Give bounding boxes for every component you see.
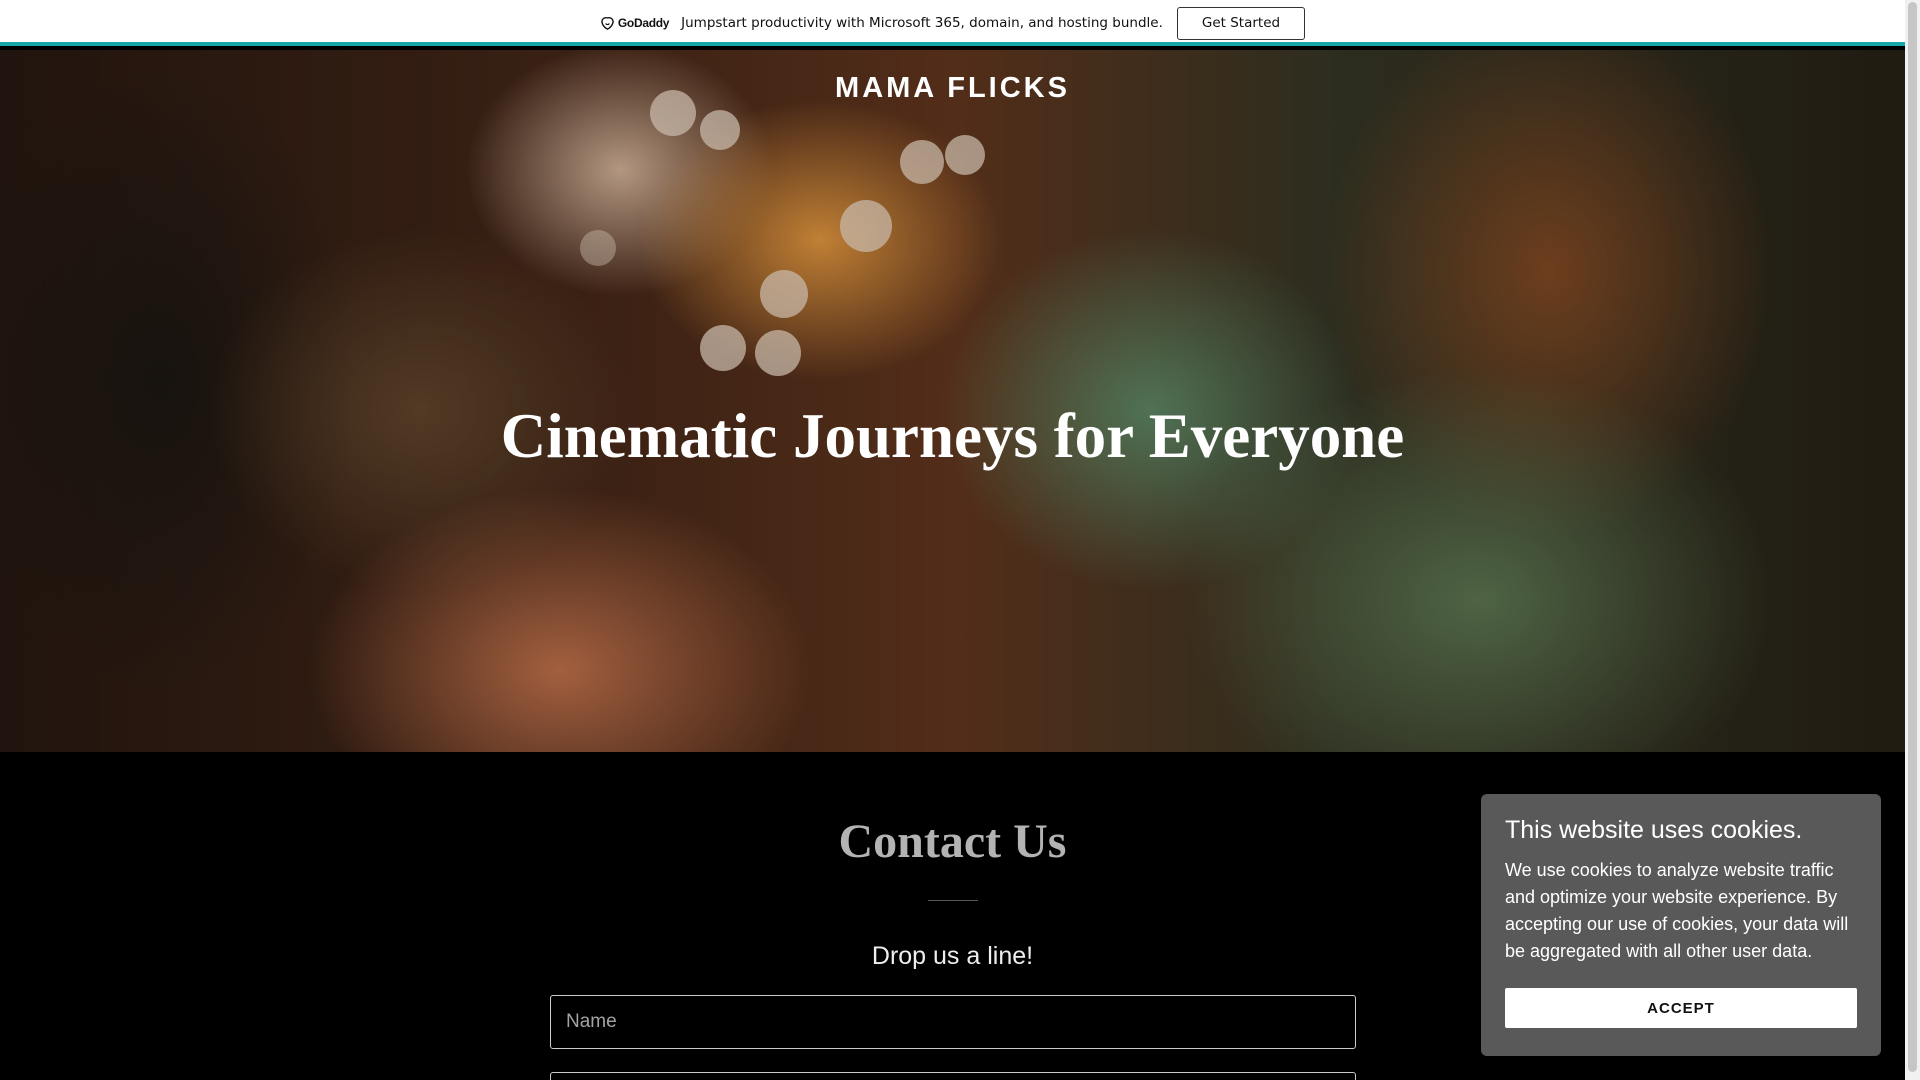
hero-section: MAMA FLICKS Cinematic Journeys for Every… — [0, 50, 1905, 752]
get-started-button[interactable]: Get Started — [1176, 6, 1306, 40]
name-input[interactable] — [550, 995, 1356, 1049]
scrollbar-thumb[interactable] — [1908, 2, 1917, 1072]
cookie-title: This website uses cookies. — [1505, 816, 1803, 844]
hero-title: Cinematic Journeys for Everyone — [500, 401, 1405, 471]
site-brand[interactable]: MAMA FLICKS — [0, 72, 1905, 105]
section-divider — [928, 900, 978, 901]
godaddy-logo[interactable]: GoDaddy — [600, 16, 669, 31]
page-scrollbar[interactable] — [1905, 0, 1920, 1080]
accept-cookies-button[interactable]: ACCEPT — [1505, 988, 1857, 1028]
godaddy-icon — [601, 16, 614, 30]
cookie-text: We use cookies to analyze website traffi… — [1505, 860, 1849, 961]
next-form-field[interactable] — [550, 1072, 1356, 1080]
logo-text: GoDaddy — [617, 16, 670, 30]
cookie-banner: This website uses cookies. We use cookie… — [1481, 794, 1881, 1056]
promo-message: Jumpstart productivity with Microsoft 36… — [681, 15, 1163, 31]
promo-bar: GoDaddy Jumpstart productivity with Micr… — [0, 0, 1905, 46]
